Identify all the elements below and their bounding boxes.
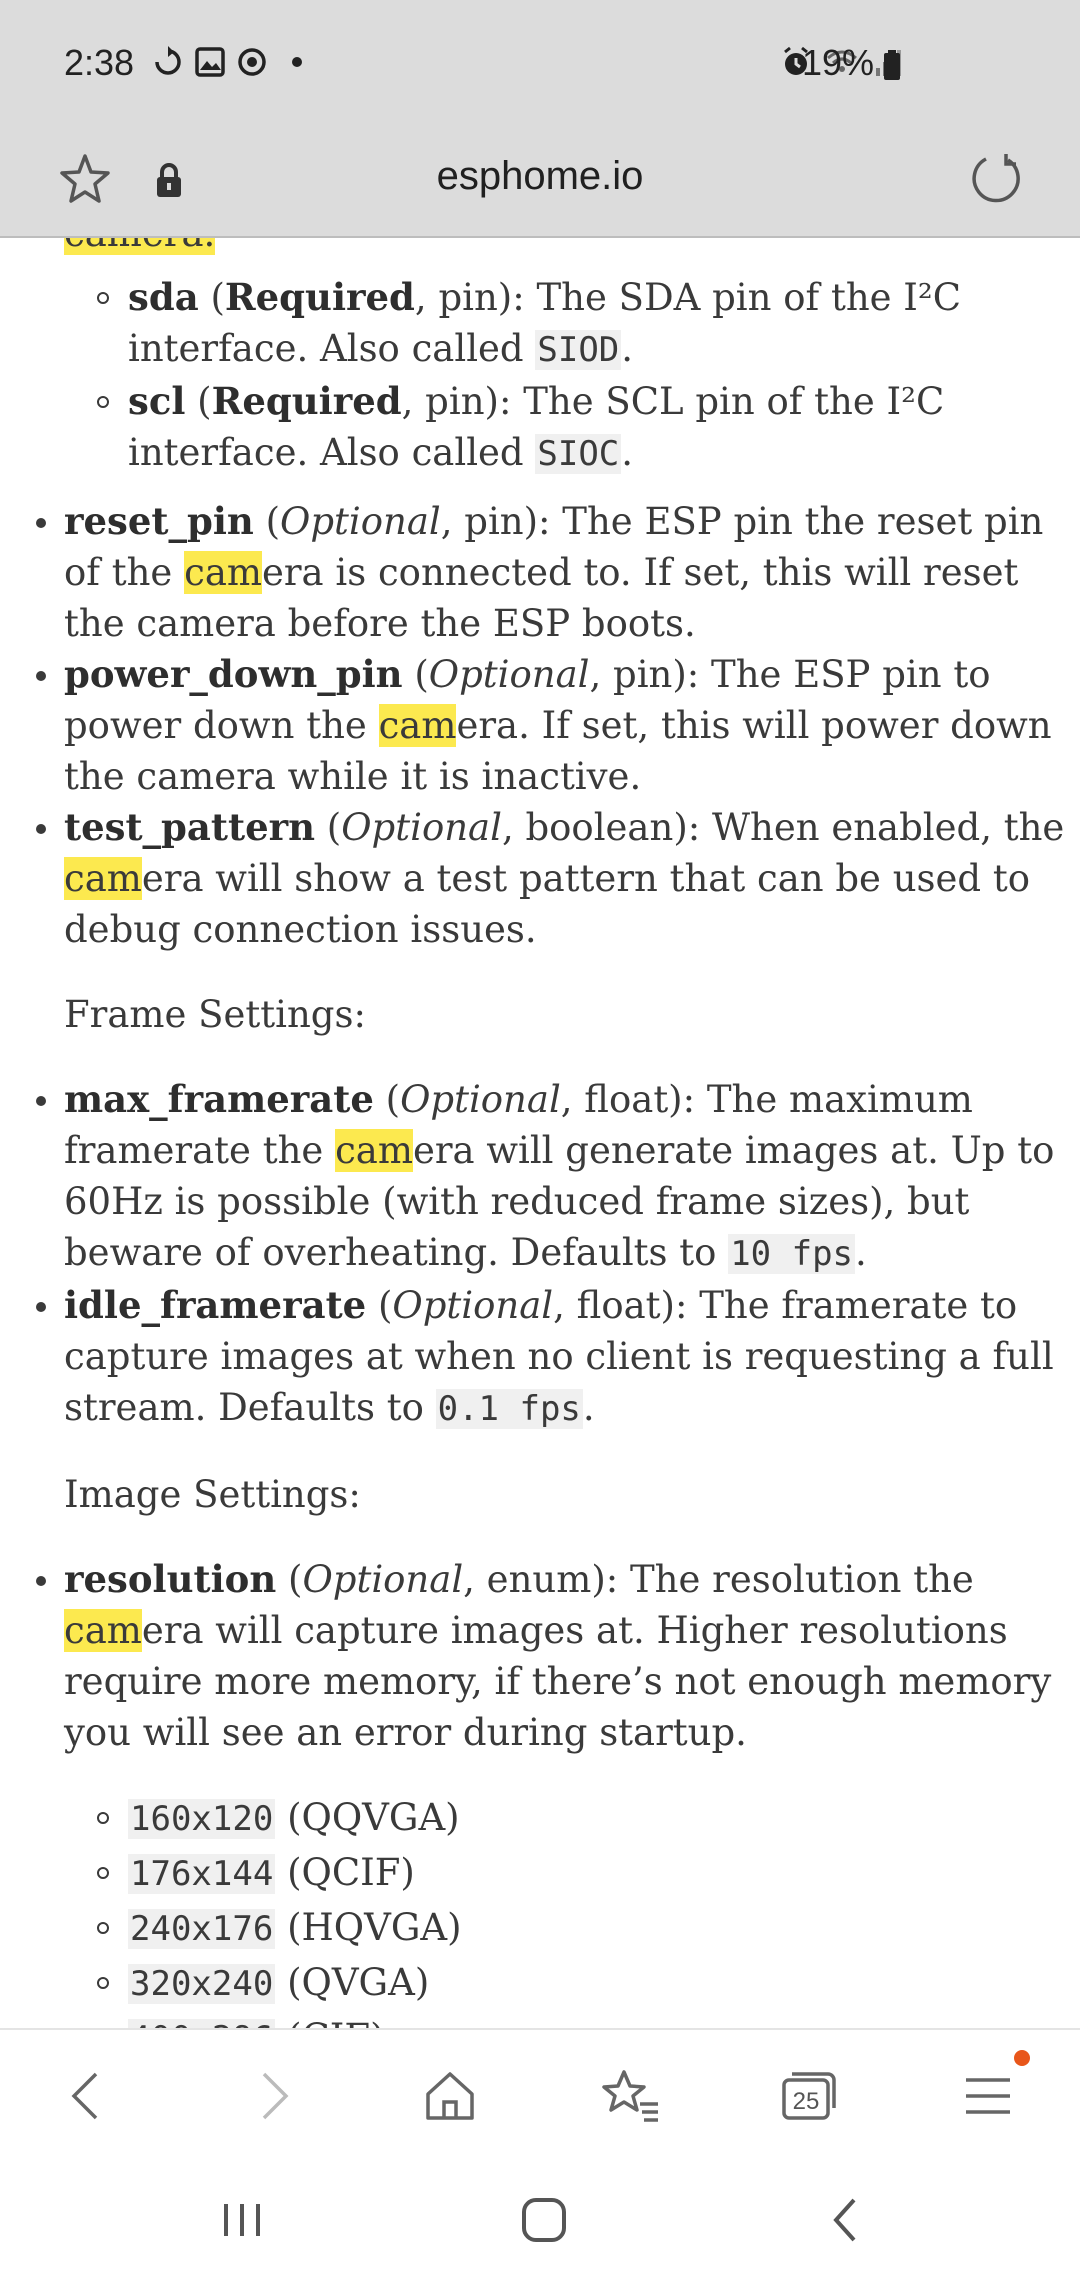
item-text-2: era will capture images at. Higher resol… <box>64 1609 1052 1754</box>
item-name: resolution <box>64 1557 277 1601</box>
item-opt: Optional <box>392 1284 554 1327</box>
resolution-item: 240x176 (HQVGA) <box>0 1902 1080 1955</box>
system-back-icon[interactable] <box>820 2194 872 2246</box>
reload-icon[interactable] <box>968 150 1024 206</box>
list-item-max-framerate: max_framerate (Optional, float): The max… <box>0 1074 1080 1280</box>
recent-apps-icon[interactable] <box>216 2194 268 2246</box>
resolution-code: 176x144 <box>128 1854 276 1894</box>
menu-icon[interactable] <box>956 2064 1020 2128</box>
list-item-test-pattern: test_pattern (Optional, boolean): When e… <box>0 802 1080 955</box>
resolution-item: 400x296 (CIF) <box>0 2012 1080 2028</box>
resolution-label: (CIF) <box>287 2016 384 2028</box>
search-highlight: cam <box>64 1609 142 1652</box>
tabs-count: 25 <box>792 2088 820 2115</box>
cut-highlight: camera. <box>64 238 216 255</box>
resolution-label: (QQVGA) <box>287 1796 460 1839</box>
battery-percent: 19% <box>802 42 875 83</box>
list-item-reset-pin: reset_pin (Optional, pin): The ESP pin t… <box>0 496 1080 649</box>
item-name: test_pattern <box>64 805 316 849</box>
option-list-c: resolution (Optional, enum): The resolut… <box>0 1554 1080 1758</box>
item-name: max_framerate <box>64 1077 374 1121</box>
item-end: . <box>855 1231 867 1274</box>
search-highlight: cam <box>378 704 457 747</box>
item-opt: Optional <box>341 806 502 849</box>
cut-off-text: camera. <box>64 238 216 255</box>
option-list-a: reset_pin (Optional, pin): The ESP pin t… <box>0 496 1080 955</box>
status-icons-left <box>152 46 302 78</box>
item-name: sda <box>128 275 199 319</box>
item-name: power_down_pin <box>64 652 403 696</box>
notification-dot-icon <box>292 57 302 67</box>
item-name: idle_framerate <box>64 1283 367 1327</box>
item-end: . <box>582 1386 595 1429</box>
item-req: Required <box>224 275 415 319</box>
item-req: Required <box>211 379 402 423</box>
menu-notification-dot-icon <box>1014 2050 1030 2066</box>
resolution-code: 240x176 <box>128 1909 276 1949</box>
resolution-item: 160x120 (QQVGA) <box>0 1792 1080 1845</box>
search-highlight: cam <box>184 551 262 594</box>
list-item-scl: scl (Required, pin): The SCL pin of the … <box>0 376 1080 480</box>
home-icon[interactable] <box>418 2064 482 2128</box>
item-text-2: era will show a test pattern that can be… <box>64 857 1031 951</box>
url-text[interactable]: esphome.io <box>0 154 1080 199</box>
bookmarks-icon[interactable] <box>598 2064 662 2128</box>
page-content: camera. sda (Required, pin): The SDA pin… <box>0 238 1080 2028</box>
resolution-label: (QCIF) <box>287 1851 415 1894</box>
resolution-code: 160x120 <box>128 1799 276 1839</box>
resolution-label: (HQVGA) <box>287 1906 462 1949</box>
item-end: . <box>621 431 634 474</box>
option-list-b: max_framerate (Optional, float): The max… <box>0 1074 1080 1435</box>
resolution-item: 176x144 (QCIF) <box>0 1847 1080 1900</box>
resolution-code: 400x296 <box>128 2019 276 2028</box>
search-highlight: cam <box>64 857 142 900</box>
item-name: reset_pin <box>64 499 254 543</box>
item-code: SIOC <box>535 434 622 474</box>
item-opt: Optional <box>400 1078 561 1121</box>
list-item-resolution: resolution (Optional, enum): The resolut… <box>0 1554 1080 1758</box>
browser-bottom-nav: 25 <box>0 2028 1080 2160</box>
system-home-icon[interactable] <box>518 2194 570 2246</box>
url-bar: esphome.io <box>0 132 1080 238</box>
item-opt: Optional <box>428 653 590 696</box>
tabs-button[interactable]: 25 <box>776 2064 840 2128</box>
system-nav-bar <box>0 2158 1080 2280</box>
item-opt: Optional <box>302 1558 464 1601</box>
sub-list-top: sda (Required, pin): The SDA pin of the … <box>0 272 1080 480</box>
resolution-label: (QVGA) <box>287 1961 430 2004</box>
item-opt: Optional <box>280 500 441 543</box>
resolution-sublist: 160x120 (QQVGA) 176x144 (QCIF) 240x176 (… <box>0 1792 1080 2028</box>
item-text: , enum): The resolution the <box>463 1558 974 1601</box>
list-item-sda: sda (Required, pin): The SDA pin of the … <box>0 272 1080 376</box>
forward-icon[interactable] <box>240 2064 304 2128</box>
back-icon[interactable] <box>56 2064 120 2128</box>
resolution-item: 320x240 (QVGA) <box>0 1957 1080 2010</box>
list-item-idle-framerate: idle_framerate (Optional, float): The fr… <box>0 1280 1080 1435</box>
item-code: 10 fps <box>728 1234 856 1274</box>
frame-settings-heading: Frame Settings: <box>64 993 366 1036</box>
status-bar: 2:38 19% <box>0 0 1080 132</box>
list-item-power-down-pin: power_down_pin (Optional, pin): The ESP … <box>0 649 1080 802</box>
item-code: 0.1 fps <box>435 1389 583 1429</box>
item-code: SIOD <box>535 330 622 370</box>
gallery-icon <box>195 47 225 77</box>
search-highlight: cam <box>335 1129 413 1172</box>
sync-icon <box>155 46 181 75</box>
status-time: 2:38 <box>64 42 135 83</box>
battery-icon <box>884 50 900 80</box>
resolution-code: 320x240 <box>128 1964 276 2004</box>
screen-record-icon <box>238 48 266 76</box>
item-text: , boolean): When enabled, the <box>501 806 1065 849</box>
item-end: . <box>621 327 634 370</box>
image-settings-heading: Image Settings: <box>64 1473 361 1516</box>
item-name: scl <box>128 379 186 423</box>
